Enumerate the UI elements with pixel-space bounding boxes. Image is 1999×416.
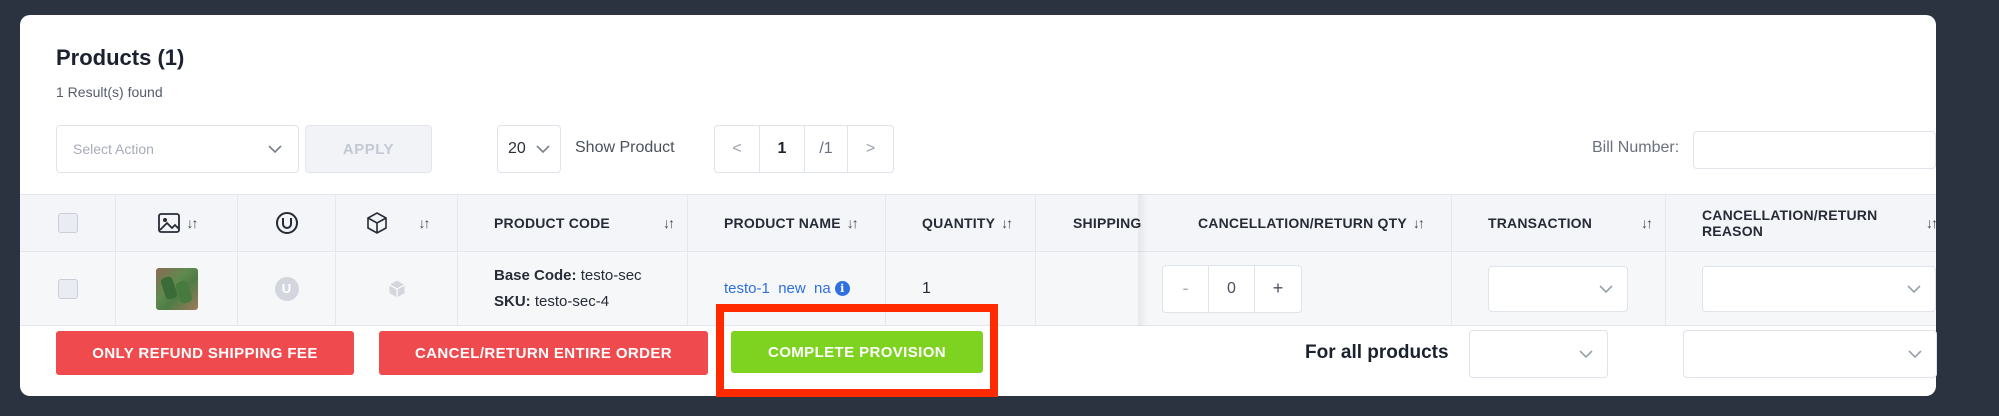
current-page-input[interactable]: 1 (760, 126, 805, 172)
sort-icon[interactable]: ↓↑ (847, 215, 859, 231)
box-icon (366, 212, 387, 234)
cancellation-qty-cell: - 0 + (1142, 252, 1452, 325)
chevron-down-icon (1579, 350, 1593, 359)
apply-button[interactable]: APPLY (305, 125, 432, 173)
chevron-down-icon (536, 145, 550, 154)
select-action-placeholder: Select Action (73, 141, 154, 157)
brand-column-header (238, 195, 336, 251)
product-name-header-label: PRODUCT NAME (724, 215, 841, 231)
box-icon (388, 280, 405, 297)
cancellation-qty-header-label: CANCELLATION/RETURN QTY (1198, 215, 1407, 231)
per-page-select[interactable]: 20 (497, 125, 561, 173)
bill-number-input[interactable] (1693, 131, 1936, 169)
transaction-header[interactable]: TRANSACTION ↓↑ (1452, 195, 1666, 251)
sort-icon[interactable]: ↓↑ (663, 215, 675, 231)
shipping-cell (1036, 252, 1142, 325)
prev-page-button[interactable]: < (715, 126, 760, 172)
u-logo-icon (275, 212, 298, 234)
all-reason-dropdown[interactable] (1683, 330, 1937, 378)
product-code-header[interactable]: PRODUCT CODE ↓↑ (458, 195, 688, 251)
cancellation-qty-value[interactable]: 0 (1209, 265, 1255, 312)
transaction-dropdown[interactable] (1488, 265, 1628, 312)
cancellation-reason-cell (1666, 252, 1936, 325)
complete-provision-button[interactable]: COMPLETE PROVISION (731, 331, 983, 373)
quantity-value: 1 (922, 279, 931, 297)
sku-label: SKU: (494, 292, 531, 310)
total-pages: /1 (805, 126, 848, 172)
sku-value: testo-sec-4 (534, 292, 610, 310)
select-all-checkbox[interactable] (57, 213, 78, 233)
next-page-button[interactable]: > (848, 126, 893, 172)
base-code-value: testo-sec (580, 266, 642, 284)
sort-icon[interactable]: ↓↑ (1001, 215, 1013, 231)
show-product-label: Show Product (575, 139, 675, 156)
sort-icon[interactable]: ↓↑ (1926, 215, 1936, 231)
transaction-header-label: TRANSACTION (1488, 215, 1593, 231)
product-code-header-label: PRODUCT CODE (494, 215, 610, 231)
product-name-link[interactable]: testo-1 new na (724, 280, 831, 297)
sort-icon[interactable]: ↓↑ (187, 215, 199, 231)
product-name-header[interactable]: PRODUCT NAME ↓↑ (688, 195, 886, 251)
product-image-cell (116, 252, 238, 325)
chevron-down-icon (1599, 284, 1613, 293)
chevron-down-icon (268, 145, 282, 154)
bill-number-label: Bill Number: (1592, 139, 1680, 156)
table-header: ↓↑ ↓↑ PRODUCT CODE ↓↑ PRODUCT NAME ↓↑ QU… (20, 194, 1936, 252)
shipping-header-label: SHIPPING (1073, 215, 1142, 231)
cancellation-qty-header[interactable]: CANCELLATION/RETURN QTY ↓↑ (1142, 195, 1452, 251)
transaction-cell (1452, 252, 1666, 325)
product-thumbnail[interactable] (155, 267, 198, 310)
pagination: < 1 /1 > (714, 125, 894, 173)
product-code-cell: Base Code: testo-sec SKU: testo-sec-4 (458, 252, 688, 325)
quantity-header[interactable]: QUANTITY ↓↑ (886, 195, 1036, 251)
select-all-cell (20, 195, 116, 251)
quantity-header-label: QUANTITY (922, 215, 996, 231)
increment-button[interactable]: + (1255, 266, 1301, 312)
base-code-label: Base Code: (494, 266, 577, 284)
select-action-dropdown[interactable]: Select Action (56, 125, 299, 173)
package-cell (336, 252, 458, 325)
cancellation-reason-header-label: CANCELLATION/RETURN REASON (1702, 207, 1878, 239)
row-select-cell (20, 252, 116, 325)
sticky-column-shadow (1138, 194, 1148, 326)
info-icon[interactable]: i (834, 281, 850, 296)
sort-icon[interactable]: ↓↑ (419, 215, 431, 231)
chevron-down-icon (1907, 284, 1921, 293)
u-logo-icon: U (274, 276, 299, 301)
row-checkbox[interactable] (57, 278, 78, 299)
sort-icon[interactable]: ↓↑ (1641, 215, 1653, 231)
only-refund-shipping-button[interactable]: ONLY REFUND SHIPPING FEE (56, 331, 354, 375)
image-column-header[interactable]: ↓↑ (116, 195, 238, 251)
cancellation-qty-stepper[interactable]: - 0 + (1162, 264, 1302, 313)
results-count: 1 Result(s) found (56, 84, 163, 100)
all-transaction-dropdown[interactable] (1469, 330, 1608, 378)
for-all-products-label: For all products (1305, 342, 1449, 363)
sort-icon[interactable]: ↓↑ (1413, 215, 1425, 231)
per-page-value: 20 (508, 140, 526, 157)
cancel-entire-order-button[interactable]: CANCEL/RETURN ENTIRE ORDER (379, 331, 708, 375)
decrement-button[interactable]: - (1163, 265, 1209, 312)
page-title: Products (1) (56, 45, 185, 70)
chevron-down-icon (1908, 350, 1922, 359)
cancellation-reason-dropdown[interactable] (1702, 265, 1936, 312)
package-column-header[interactable]: ↓↑ (336, 195, 458, 251)
brand-cell: U (238, 252, 336, 325)
image-icon (157, 213, 180, 233)
cancellation-reason-header[interactable]: CANCELLATION/RETURN REASON ↓↑ (1666, 195, 1936, 251)
